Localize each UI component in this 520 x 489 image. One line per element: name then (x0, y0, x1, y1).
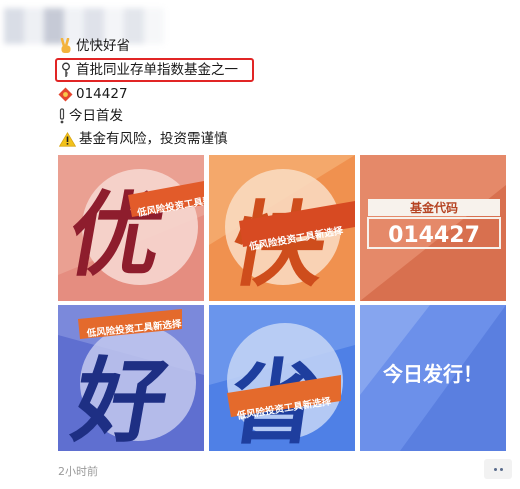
post-line-1: 优快好省 (58, 37, 130, 55)
post-line-3-text: 014427 (76, 86, 128, 102)
post-line-5: 基金有风险，投资需谨慎 (58, 130, 228, 148)
exclamation-icon (58, 108, 66, 124)
image-grid: 优 低风险投资工具新选择 快 低风险投资工具新选择 基金代码 014427 好 … (58, 155, 506, 451)
post-line-4: 今日首发 (58, 107, 123, 125)
image-tile-code[interactable]: 基金代码 014427 (360, 155, 506, 301)
red-packet-icon (58, 86, 73, 102)
image-tile-hao[interactable]: 好 低风险投资工具新选择 (58, 305, 204, 451)
image-tile-kuai[interactable]: 快 低风险投资工具新选择 (209, 155, 355, 301)
image-tile-sheng[interactable]: 省 低风险投资工具新选择 (209, 305, 355, 451)
post-line-1-text: 优快好省 (76, 38, 130, 54)
more-dot-icon (499, 467, 503, 471)
tile-big-char: 好 (65, 348, 177, 451)
image-tile-release[interactable]: 今日发行！ (360, 305, 506, 451)
victory-hand-icon (58, 38, 73, 54)
more-options-button[interactable] (484, 459, 512, 479)
more-dot-icon (493, 467, 497, 471)
highlight-box (55, 58, 254, 82)
post-timestamp: 2小时前 (58, 465, 98, 478)
post-line-5-text: 基金有风险，投资需谨慎 (79, 131, 228, 147)
post-line-4-text: 今日首发 (69, 108, 123, 124)
tile-code-number: 014427 (388, 223, 480, 248)
tile-release-text: 今日发行！ (383, 362, 483, 386)
post-line-3: 014427 (58, 85, 128, 103)
warning-icon (58, 131, 76, 147)
image-tile-you[interactable]: 优 低风险投资工具新选择 (58, 155, 204, 301)
tile-code-label: 基金代码 (409, 200, 458, 215)
